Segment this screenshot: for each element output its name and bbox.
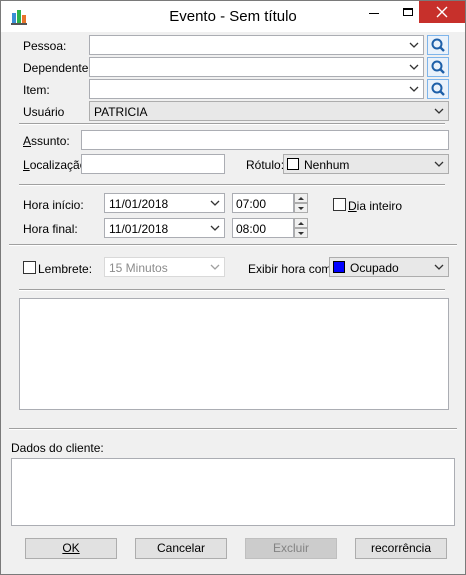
separator (19, 184, 445, 186)
arrow-up-icon (298, 222, 304, 225)
search-icon (431, 60, 445, 74)
lembrete-label: Lembrete: (38, 262, 93, 276)
search-icon (431, 82, 445, 96)
item-search-button[interactable] (427, 79, 449, 99)
separator (19, 123, 445, 125)
recorrencia-button[interactable]: recorrência (355, 538, 447, 559)
dependente-combo[interactable] (89, 57, 424, 77)
spin-up-button[interactable] (294, 218, 308, 228)
hora-inicio-date[interactable]: 11/01/2018 (104, 193, 225, 213)
usuario-value: PATRICIA (94, 105, 148, 119)
close-button[interactable] (419, 1, 465, 23)
chevron-down-icon (409, 86, 419, 92)
chevron-down-icon (409, 42, 419, 48)
hora-final-time[interactable]: 08:00 (232, 218, 294, 238)
hora-final-date-value: 11/01/2018 (109, 222, 169, 236)
assunto-label: Assunto: (23, 134, 70, 148)
ok-label: OK (62, 541, 80, 555)
chevron-down-icon (210, 200, 220, 206)
cancelar-button[interactable]: Cancelar (135, 538, 227, 559)
usuario-label: Usuário (23, 105, 65, 119)
minimize-icon (369, 13, 379, 14)
hora-final-date[interactable]: 11/01/2018 (104, 218, 225, 238)
notes-textarea[interactable] (19, 298, 449, 410)
assunto-label-rest: ssunto: (31, 134, 70, 148)
lembrete-value: 15 Minutos (109, 261, 168, 275)
hora-final-label: Hora final: (23, 222, 78, 236)
rotulo-value: Nenhum (304, 158, 350, 172)
cancelar-label: Cancelar (156, 541, 206, 555)
hora-inicio-date-value: 11/01/2018 (109, 197, 169, 211)
separator (9, 244, 457, 246)
rotulo-color-swatch (287, 158, 299, 170)
excluir-button[interactable]: Excluir (245, 538, 337, 559)
localizacao-input[interactable] (81, 154, 225, 174)
chevron-down-icon (434, 161, 444, 167)
spin-down-button[interactable] (294, 228, 308, 238)
dependente-search-button[interactable] (427, 57, 449, 77)
hora-final-spinner[interactable] (294, 218, 308, 238)
chevron-down-icon (210, 264, 220, 270)
dia-inteiro-label: Dia inteiro (348, 199, 403, 213)
separator (9, 428, 457, 430)
pessoa-search-button[interactable] (427, 35, 449, 55)
arrow-up-icon (298, 197, 304, 200)
recorrencia-label: recorrência (370, 541, 432, 555)
dia-inteiro-checkbox[interactable] (333, 198, 346, 211)
chevron-down-icon (210, 225, 220, 231)
ok-button[interactable]: OK (25, 538, 117, 559)
event-window: Evento - Sem título Pessoa: Dependente: … (0, 0, 466, 575)
hora-inicio-label: Hora início: (23, 198, 84, 212)
chevron-down-icon (409, 64, 419, 70)
exibir-hora-value: Ocupado (350, 261, 399, 275)
excluir-label: Excluir (272, 541, 309, 555)
lembrete-combo[interactable]: 15 Minutos (104, 257, 225, 277)
usuario-combo[interactable]: PATRICIA (89, 101, 449, 121)
rotulo-combo[interactable]: Nenhum (283, 154, 449, 174)
pessoa-label: Pessoa: (23, 39, 67, 53)
close-icon (436, 6, 448, 18)
pessoa-combo[interactable] (89, 35, 424, 55)
search-icon (431, 38, 445, 52)
hora-inicio-spinner[interactable] (294, 193, 308, 213)
exibir-hora-combo[interactable]: Ocupado (329, 257, 449, 277)
exibir-hora-label: Exibir hora como (248, 262, 339, 276)
chevron-down-icon (434, 108, 444, 114)
assunto-input[interactable] (81, 130, 449, 150)
hora-inicio-time-value: 07:00 (236, 197, 267, 211)
dados-cliente-textarea[interactable] (11, 458, 455, 526)
item-label: Item: (23, 83, 50, 97)
title-bar: Evento - Sem título (1, 1, 465, 32)
separator (19, 289, 445, 291)
arrow-down-icon (298, 207, 304, 210)
dados-cliente-label: Dados do cliente: (11, 441, 104, 455)
chevron-down-icon (434, 264, 444, 270)
hora-inicio-time[interactable]: 07:00 (232, 193, 294, 213)
rotulo-label: Rótulo: (246, 158, 285, 172)
lembrete-checkbox[interactable] (23, 261, 36, 274)
localizacao-label: Localização: (23, 158, 90, 172)
spin-up-button[interactable] (294, 193, 308, 203)
dia-inteiro-label-rest: ia inteiro (356, 199, 403, 213)
hora-final-time-value: 08:00 (236, 222, 267, 236)
spin-down-button[interactable] (294, 203, 308, 213)
exibir-color-swatch (333, 261, 345, 273)
arrow-down-icon (298, 232, 304, 235)
minimize-button[interactable] (357, 1, 391, 25)
dependente-label: Dependente: (23, 61, 92, 75)
item-combo[interactable] (89, 79, 424, 99)
